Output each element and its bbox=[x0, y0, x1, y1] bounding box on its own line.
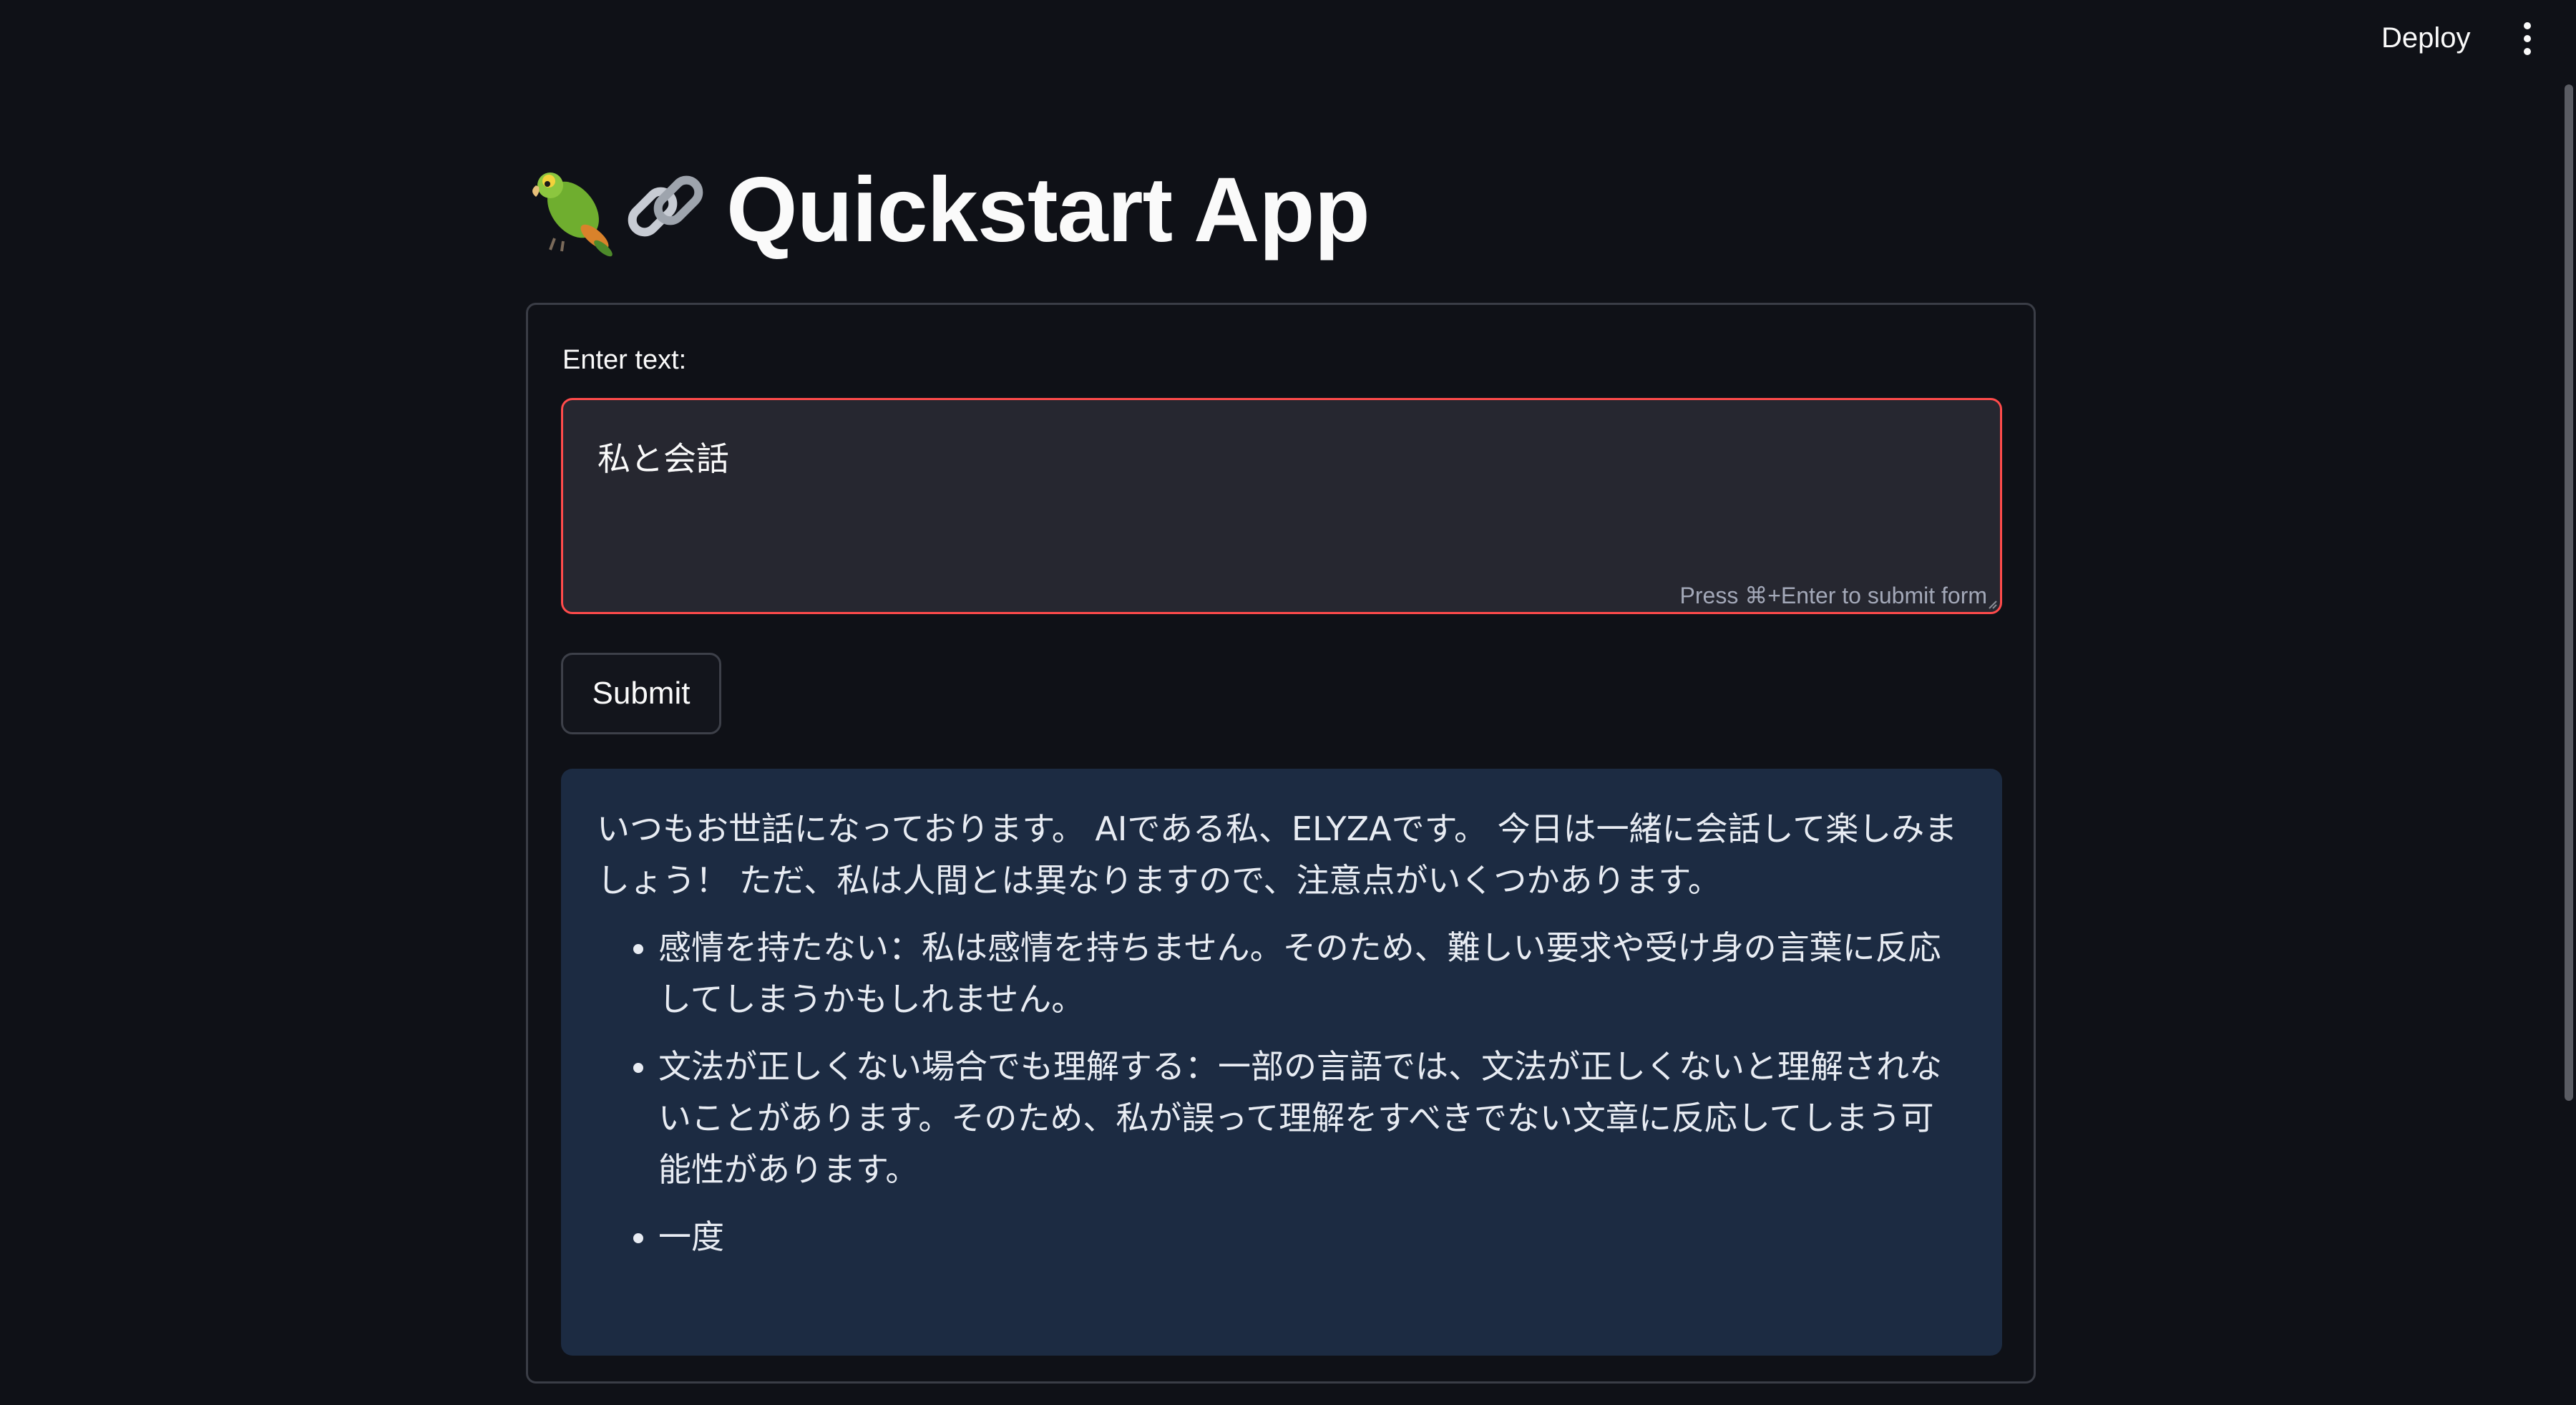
page-scrollbar[interactable] bbox=[2565, 84, 2573, 1101]
page-title-row: Quickstart App bbox=[526, 156, 1370, 263]
list-item: 感情を持たない：私は感情を持ちません。そのため、難しい要求や受け身の言葉に反応し… bbox=[658, 922, 1966, 1025]
text-input-label: Enter text: bbox=[562, 345, 687, 375]
text-input[interactable]: 私と会話 Press ⌘+Enter to submit form bbox=[561, 398, 2002, 614]
response-list: 感情を持たない：私は感情を持ちません。そのため、難しい要求や受け身の言葉に反応し… bbox=[597, 922, 1966, 1263]
resize-handle-icon[interactable] bbox=[1986, 598, 1997, 609]
page-title: Quickstart App bbox=[726, 158, 1370, 261]
response-intro: いつもお世話になっております。 AIである私、ELYZAです。 今日は一緒に会話… bbox=[597, 810, 1958, 900]
link-icon bbox=[628, 175, 703, 237]
list-item: 一度 bbox=[658, 1211, 1966, 1263]
deploy-button[interactable]: Deploy bbox=[2366, 17, 2487, 59]
input-form: Enter text: 私と会話 Press ⌘+Enter to submit… bbox=[526, 303, 2036, 1384]
submit-hint: Press ⌘+Enter to submit form bbox=[1679, 583, 1987, 608]
parrot-icon bbox=[532, 172, 613, 257]
submit-button[interactable]: Submit bbox=[561, 653, 721, 734]
response-box: いつもお世話になっております。 AIである私、ELYZAです。 今日は一緒に会話… bbox=[561, 769, 2002, 1356]
top-bar: Deploy bbox=[0, 0, 2576, 79]
list-item: 文法が正しくない場合でも理解する：一部の言語では、文法が正しくないと理解されない… bbox=[658, 1041, 1966, 1195]
text-input-value: 私と会話 bbox=[597, 439, 729, 478]
main-menu-icon[interactable] bbox=[2513, 19, 2542, 59]
